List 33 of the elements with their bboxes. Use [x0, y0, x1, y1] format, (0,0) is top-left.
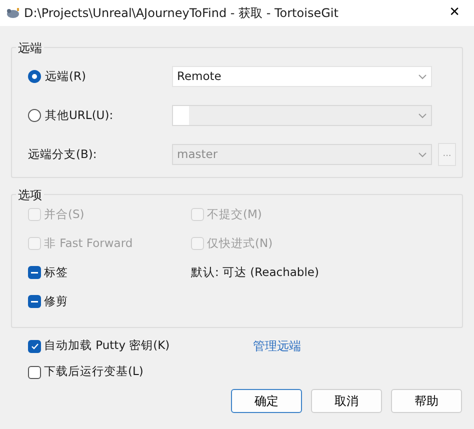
radio-button[interactable] — [28, 109, 41, 122]
window-title: D:\Projects\Unreal\AJourneyToFind - 获取 - TortoiseGit — [24, 5, 340, 22]
checkbox-label: 不提交(M) — [207, 206, 262, 223]
dialog-button[interactable]: 帮助 — [391, 389, 462, 413]
checkbox-label: 标签 — [44, 264, 68, 281]
chevron-down-icon — [418, 152, 427, 158]
field-label: 远端分支(B): — [28, 146, 97, 163]
radio-label: 远端(R) — [45, 68, 86, 85]
dialog-button[interactable]: 取消 — [311, 389, 382, 413]
checkbox-label: 修剪 — [44, 292, 68, 310]
dash-icon — [31, 272, 38, 274]
chevron-down-icon — [418, 74, 427, 80]
group-legend: 选项 — [16, 186, 44, 204]
checkbox-label: 仅快进式(N) — [207, 234, 273, 252]
chevron-down-icon — [418, 112, 427, 118]
dropdown[interactable]: Remote — [172, 66, 432, 87]
manage-remotes-link[interactable]: 管理远端 — [253, 337, 301, 355]
checkbox[interactable] — [28, 266, 41, 279]
dash-icon — [31, 300, 38, 302]
status-text: 默认: 可达 (Reachable) — [191, 264, 319, 281]
close-button[interactable]: ✕ — [443, 3, 466, 23]
checkbox[interactable] — [28, 366, 41, 378]
dialog-button[interactable]: 确定 — [231, 389, 302, 413]
checkbox[interactable] — [28, 340, 41, 352]
checkbox-label: 下载后运行变基(L) — [44, 363, 144, 380]
app-icon — [6, 7, 20, 19]
check-icon — [30, 342, 38, 350]
radio-button[interactable] — [28, 70, 41, 83]
checkbox-label: 并合(S) — [44, 206, 84, 223]
checkbox-label: 非 Fast Forward — [44, 234, 133, 252]
checkbox-label: 自动加载 Putty 密钥(K) — [44, 337, 170, 354]
checkbox[interactable] — [28, 295, 41, 308]
radio-label: 其他URL(U): — [45, 106, 114, 124]
